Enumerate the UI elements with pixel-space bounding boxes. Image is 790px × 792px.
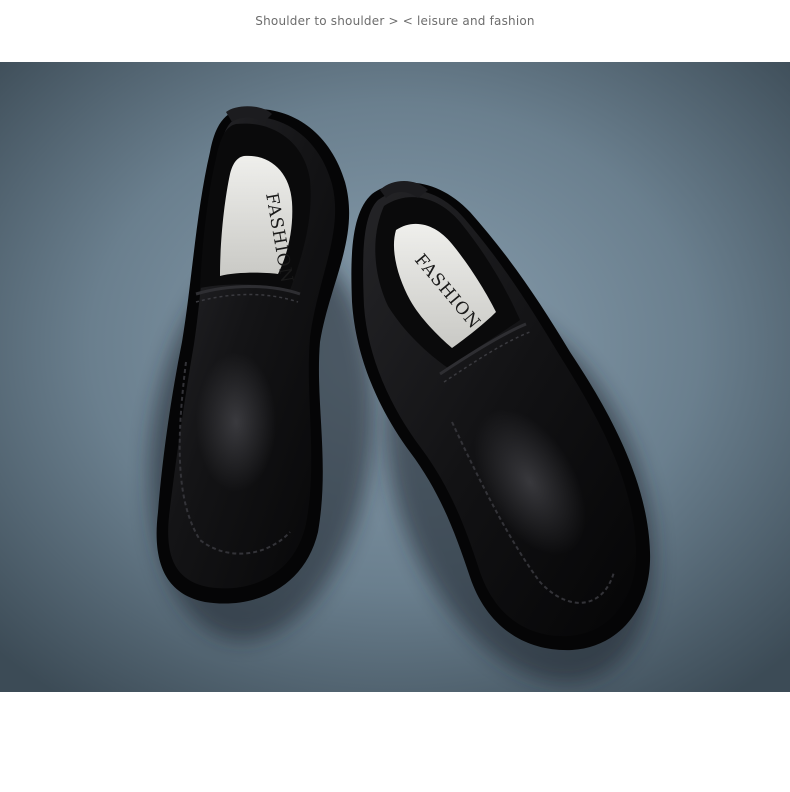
product-detail-page: Shoulder to shoulder > < leisure and fas… (0, 0, 790, 792)
product-photo: FASHION FASHION (0, 62, 790, 692)
loafers-image: FASHION FASHION (0, 62, 790, 692)
section-caption: Shoulder to shoulder > < leisure and fas… (255, 14, 535, 28)
